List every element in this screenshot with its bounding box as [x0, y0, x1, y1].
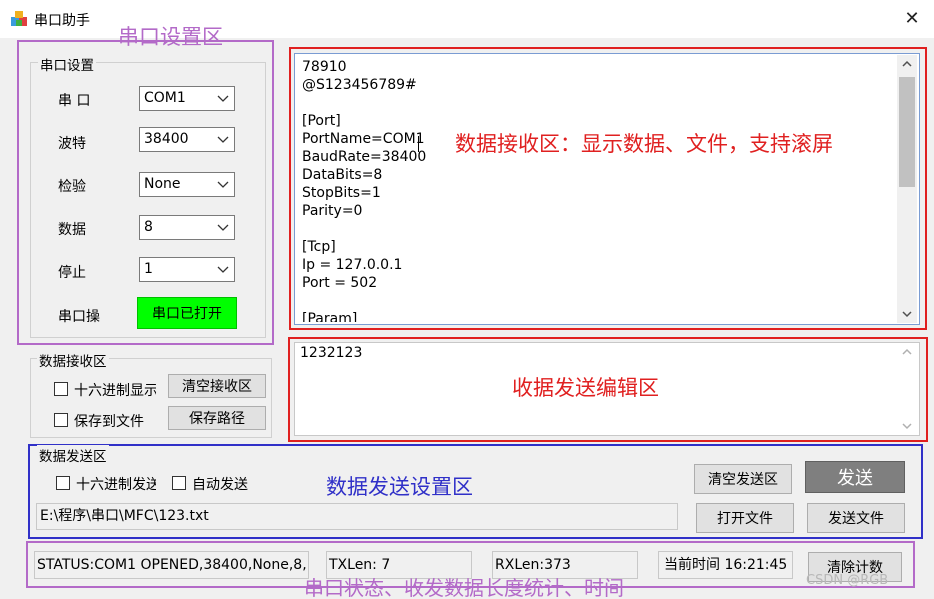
- serial-settings-label: 串口设置: [38, 54, 96, 74]
- port-value: COM1: [144, 90, 186, 106]
- port-select[interactable]: COM1: [139, 86, 235, 111]
- save-to-file-label: 保存到文件: [74, 414, 144, 430]
- send-button[interactable]: 发送: [805, 461, 905, 493]
- rx-line: @S123456789#: [302, 77, 417, 93]
- port-label: 串 口: [58, 93, 91, 109]
- chevron-down-icon: [217, 95, 229, 102]
- data-bits-select[interactable]: 8: [139, 215, 235, 240]
- save-to-file-checkbox[interactable]: [54, 413, 68, 427]
- auto-send-label: 自动发送: [192, 477, 248, 493]
- open-file-button[interactable]: 打开文件: [696, 503, 794, 533]
- stop-bits-label: 停止: [58, 265, 86, 281]
- rx-hex-label: 十六进制显示: [74, 383, 156, 399]
- baud-value: 38400: [144, 131, 189, 147]
- rx-hex-checkbox[interactable]: [54, 382, 68, 396]
- chevron-down-icon: [217, 181, 229, 188]
- auto-send-checkbox[interactable]: [172, 476, 186, 490]
- stop-bits-value: 1: [144, 261, 153, 277]
- scroll-down-icon[interactable]: [901, 309, 913, 319]
- rx-text-content: 78910 @S123456789# [Port] PortName=COM1 Bau…: [302, 58, 892, 322]
- rx-line: [302, 292, 892, 310]
- rx-line: Port = 502: [302, 275, 378, 291]
- parity-label: 检验: [58, 179, 86, 195]
- rx-line: [302, 94, 892, 112]
- rx-textarea[interactable]: 78910 @S123456789# [Port] PortName=COM1 Bau…: [294, 53, 920, 325]
- port-operation-label: 串口操: [58, 309, 100, 325]
- rx-line: 78910: [302, 59, 347, 75]
- data-bits-label: 数据: [58, 222, 86, 238]
- rx-line: Ip = 127.0.0.1: [302, 257, 403, 273]
- rx-line: [Param]: [302, 311, 358, 322]
- rx-line: [Tcp]: [302, 239, 336, 255]
- parity-value: None: [144, 176, 181, 192]
- close-button[interactable]: ✕: [898, 6, 926, 32]
- parity-select[interactable]: None: [139, 172, 235, 197]
- annotation-rx-area: 数据接收区：显示数据、文件，支持滚屏: [455, 132, 833, 156]
- rx-line: StopBits=1: [302, 185, 381, 201]
- scroll-up-icon[interactable]: [901, 59, 913, 69]
- rx-line: Parity=0: [302, 203, 363, 219]
- text-cursor: [418, 136, 419, 152]
- annotation-status-bar: 串口状态、收发数据长度统计、时间: [304, 576, 624, 599]
- stop-bits-select[interactable]: 1: [139, 257, 235, 282]
- data-bits-value: 8: [144, 219, 153, 235]
- tx-settings-label: 数据发送区: [37, 445, 109, 465]
- scroll-down-icon[interactable]: [901, 421, 913, 431]
- rx-settings-label: 数据接收区: [37, 350, 109, 370]
- chevron-down-icon: [217, 266, 229, 273]
- tx-edit-value: 1232123: [300, 345, 363, 361]
- file-path-field[interactable]: E:\程序\串口\MFC\123.txt: [36, 503, 678, 530]
- scroll-up-icon[interactable]: [901, 347, 913, 357]
- send-file-button[interactable]: 发送文件: [807, 503, 905, 533]
- chevron-down-icon: [217, 224, 229, 231]
- annotation-tx-edit: 收据发送编辑区: [512, 376, 659, 400]
- annotation-serial-settings: 串口设置区: [118, 25, 223, 49]
- window-title: 串口助手: [34, 13, 90, 29]
- tx-hex-checkbox[interactable]: [56, 476, 70, 490]
- baud-select[interactable]: 38400: [139, 127, 235, 152]
- app-icon: [10, 10, 28, 28]
- rx-scrollbar[interactable]: [897, 55, 917, 323]
- save-path-button[interactable]: 保存路径: [168, 406, 266, 430]
- rx-scroll-thumb[interactable]: [899, 77, 915, 187]
- port-open-button[interactable]: 串口已打开: [137, 297, 237, 329]
- watermark: CSDN @RGB: [806, 573, 889, 588]
- baud-label: 波特: [58, 136, 86, 152]
- status-text: STATUS:COM1 OPENED,38400,None,8,1: [34, 551, 309, 579]
- annotation-tx-settings: 数据发送设置区: [326, 475, 473, 499]
- clear-rx-button[interactable]: 清空接收区: [168, 374, 266, 398]
- clear-tx-button[interactable]: 清空发送区: [694, 464, 792, 494]
- chevron-down-icon: [217, 136, 229, 143]
- rx-line: DataBits=8: [302, 167, 383, 183]
- tx-hex-label: 十六进制发送: [76, 477, 156, 493]
- rx-line: [302, 220, 892, 238]
- current-time: 当前时间 16:21:45: [658, 551, 793, 579]
